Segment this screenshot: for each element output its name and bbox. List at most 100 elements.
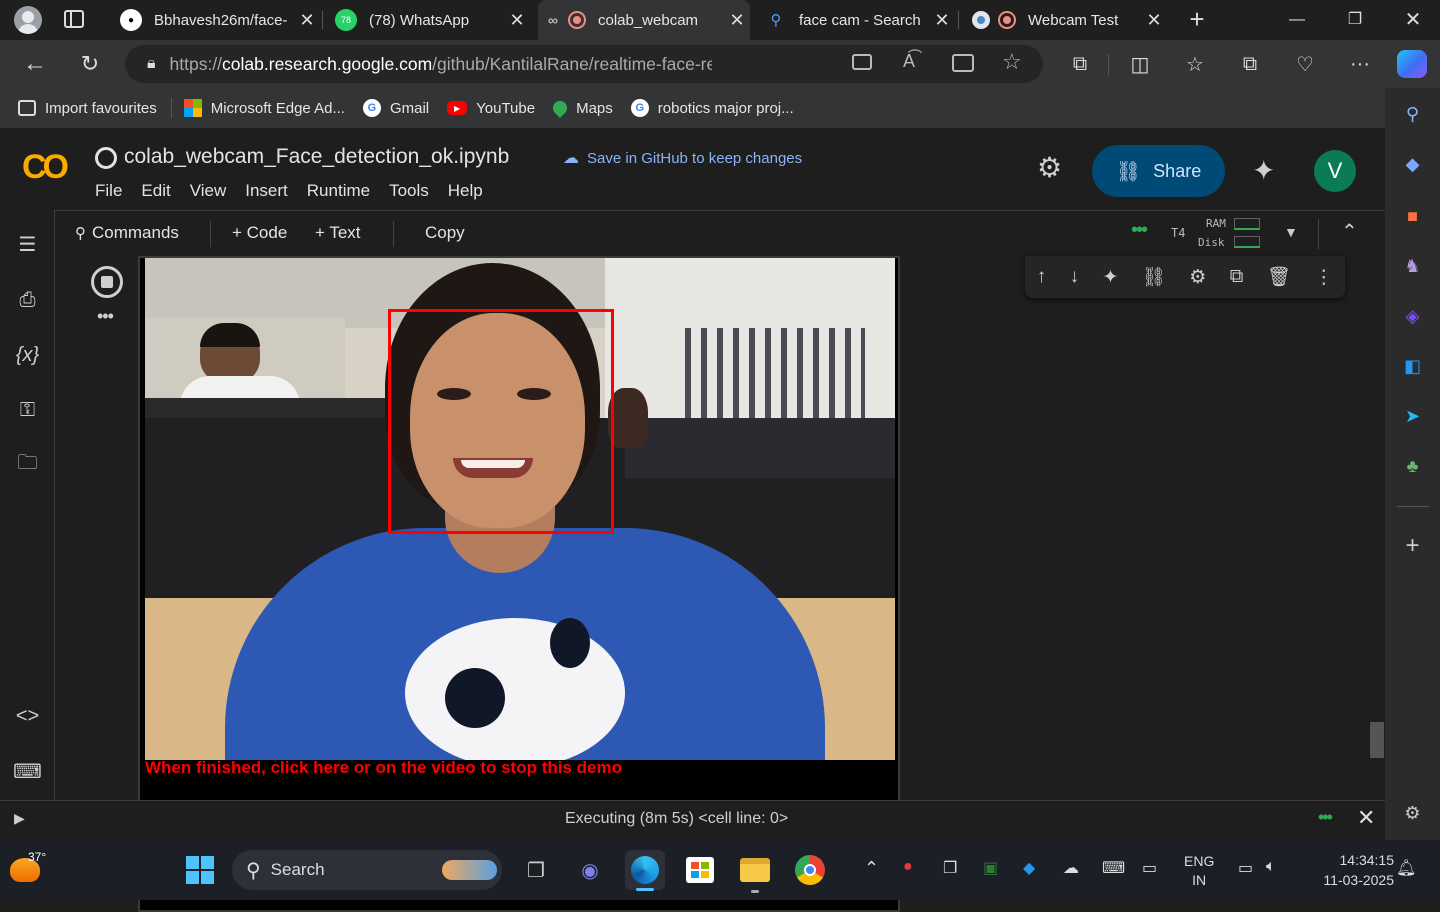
- onedrive-icon[interactable]: ☁: [1063, 858, 1079, 878]
- cell-settings-icon[interactable]: ⚙: [1189, 266, 1206, 289]
- share-button[interactable]: ⛓ Share: [1092, 145, 1225, 197]
- send-icon[interactable]: ➤: [1385, 396, 1440, 436]
- close-icon[interactable]: ✕: [1141, 10, 1167, 31]
- volume-icon[interactable]: 🔈︎: [1266, 858, 1276, 876]
- find-replace-icon[interactable]: ⎙: [0, 280, 55, 320]
- move-up-icon[interactable]: ↑: [1037, 266, 1047, 288]
- bookmark-edge-addons[interactable]: Microsoft Edge Ad...: [183, 99, 345, 117]
- defender-icon[interactable]: ◆: [1023, 858, 1035, 878]
- tab-github[interactable]: ● Bbhavesh26m/face- ✕: [110, 0, 320, 40]
- clock[interactable]: 14:34:15 11-03-2025: [1300, 850, 1394, 890]
- refresh-button[interactable]: ↻: [70, 40, 110, 88]
- extensions-icon[interactable]: ⧉: [1060, 40, 1100, 88]
- account-avatar[interactable]: V: [1314, 150, 1356, 192]
- task-view-icon[interactable]: ❐: [516, 850, 556, 890]
- more-menu-icon[interactable]: ···: [1340, 40, 1380, 88]
- tools-briefcase-icon[interactable]: ■: [1385, 196, 1440, 236]
- outlook-icon[interactable]: ◧: [1385, 346, 1440, 386]
- taskbar-search[interactable]: ⚲ Search: [232, 850, 502, 890]
- copy-to-drive-button[interactable]: Copy: [425, 223, 465, 243]
- shopping-tag-icon[interactable]: ◆: [1385, 144, 1440, 184]
- close-status-icon[interactable]: ✕: [1357, 805, 1375, 831]
- store-icon[interactable]: [680, 850, 720, 890]
- bookmark-youtube[interactable]: ▶ YouTube: [447, 100, 535, 117]
- colab-logo[interactable]: CO: [22, 148, 69, 187]
- gemini-cell-icon[interactable]: ✦: [1102, 266, 1118, 289]
- notebook-scrollbar-thumb[interactable]: [1370, 722, 1384, 758]
- stop-execution-button[interactable]: [91, 266, 123, 298]
- execution-status[interactable]: Executing (8m 5s) <cell line: 0>: [565, 810, 788, 828]
- copilot-icon[interactable]: [1397, 50, 1427, 78]
- bookmark-gmail[interactable]: G Gmail: [362, 99, 429, 117]
- variables-icon[interactable]: {x}: [0, 335, 55, 375]
- weather-temp[interactable]: 37°: [28, 850, 46, 864]
- show-hidden-icons[interactable]: ⌃: [864, 858, 879, 879]
- expand-status-icon[interactable]: ▶: [14, 810, 25, 827]
- tab-search[interactable]: ⚲ face cam - Search ✕: [755, 0, 955, 40]
- save-github-link[interactable]: ☁ Save in GitHub to keep changes: [563, 148, 802, 168]
- restore-button[interactable]: ❐: [1326, 0, 1384, 40]
- menu-insert[interactable]: Insert: [245, 181, 288, 201]
- mirror-cell-icon[interactable]: ⧉: [1230, 266, 1244, 288]
- files-folder-icon[interactable]: 🗀︎: [0, 445, 55, 485]
- edge-taskbar-icon[interactable]: [625, 850, 665, 890]
- add-text-button[interactable]: + Text: [315, 223, 361, 243]
- add-code-button[interactable]: + Code: [232, 223, 287, 243]
- close-icon[interactable]: ✕: [294, 10, 320, 31]
- browser-essentials-icon[interactable]: ♡: [1285, 40, 1325, 88]
- close-icon[interactable]: ✕: [724, 10, 750, 31]
- keyboard-icon[interactable]: ⌨: [1102, 858, 1125, 878]
- code-snippets-icon[interactable]: <>: [0, 696, 55, 736]
- link-cell-icon[interactable]: ⛓: [1142, 265, 1166, 289]
- menu-file[interactable]: File: [95, 181, 122, 201]
- table-of-contents-icon[interactable]: ☰: [0, 224, 55, 264]
- bookmark-import-favourites[interactable]: Import favourites: [18, 100, 157, 117]
- color-app-icon[interactable]: ●: [903, 858, 913, 876]
- camera-in-use-icon[interactable]: [852, 54, 872, 70]
- copilot-sidebar-icon[interactable]: ◈: [1385, 296, 1440, 336]
- cell-more-icon[interactable]: •••: [97, 306, 114, 327]
- collapse-header-icon[interactable]: ⌃: [1341, 219, 1358, 244]
- back-button[interactable]: ←: [15, 40, 55, 88]
- language-indicator[interactable]: ENG IN: [1184, 852, 1214, 890]
- menu-tools[interactable]: Tools: [389, 181, 429, 201]
- close-icon[interactable]: ✕: [504, 10, 530, 31]
- menu-help[interactable]: Help: [448, 181, 483, 201]
- read-aloud-icon[interactable]: A͡: [903, 51, 915, 72]
- runtime-gpu-label[interactable]: T4: [1171, 226, 1185, 240]
- file-explorer-icon[interactable]: [735, 850, 775, 890]
- display-icon[interactable]: ▭: [1142, 858, 1157, 878]
- excel-tray-icon[interactable]: ▣: [983, 858, 998, 878]
- tab-actions-icon[interactable]: [64, 10, 84, 28]
- new-tab-button[interactable]: +: [1182, 4, 1212, 34]
- minimize-button[interactable]: —: [1268, 0, 1326, 40]
- start-windows-icon[interactable]: [180, 850, 220, 890]
- tab-whatsapp[interactable]: 78 (78) WhatsApp ✕: [325, 0, 530, 40]
- add-sidebar-app-icon[interactable]: +: [1385, 526, 1440, 566]
- move-down-icon[interactable]: ↓: [1070, 266, 1080, 288]
- settings-gear-icon[interactable]: ⚙: [1037, 154, 1062, 182]
- menu-view[interactable]: View: [190, 181, 227, 201]
- chrome-icon[interactable]: [790, 850, 830, 890]
- terminal-icon[interactable]: ⌨: [0, 751, 55, 791]
- webcam-video[interactable]: [145, 258, 895, 760]
- window-tray-icon[interactable]: ❐: [943, 858, 957, 878]
- teams-icon[interactable]: ◉: [570, 850, 610, 890]
- address-bar[interactable]: 🔒︎ https://colab.research.google.com/git…: [125, 45, 1043, 83]
- games-icon[interactable]: ♞: [1385, 246, 1440, 286]
- app-available-icon[interactable]: [952, 54, 974, 72]
- network-icon[interactable]: ▭: [1238, 858, 1253, 878]
- gemini-sparkle-icon[interactable]: ✦: [1252, 154, 1275, 187]
- notebook-title[interactable]: colab_webcam_Face_detection_ok.ipynb: [124, 145, 509, 169]
- commands-button[interactable]: ⚲ Commands: [75, 223, 179, 243]
- bookmark-robotics[interactable]: G robotics major proj...: [630, 99, 794, 117]
- close-window-button[interactable]: ✕: [1384, 0, 1440, 40]
- delete-cell-icon[interactable]: 🗑︎: [1267, 265, 1291, 289]
- notifications-bell-icon[interactable]: 🔔︎: [1396, 858, 1416, 878]
- sidebar-settings-icon[interactable]: ⚙: [1385, 793, 1440, 833]
- close-icon[interactable]: ✕: [929, 10, 955, 31]
- favorites-icon[interactable]: ☆: [1175, 40, 1215, 88]
- secrets-key-icon[interactable]: ⚿: [0, 390, 55, 430]
- stop-demo-caption[interactable]: When finished, click here or on the vide…: [145, 758, 895, 778]
- menu-runtime[interactable]: Runtime: [307, 181, 370, 201]
